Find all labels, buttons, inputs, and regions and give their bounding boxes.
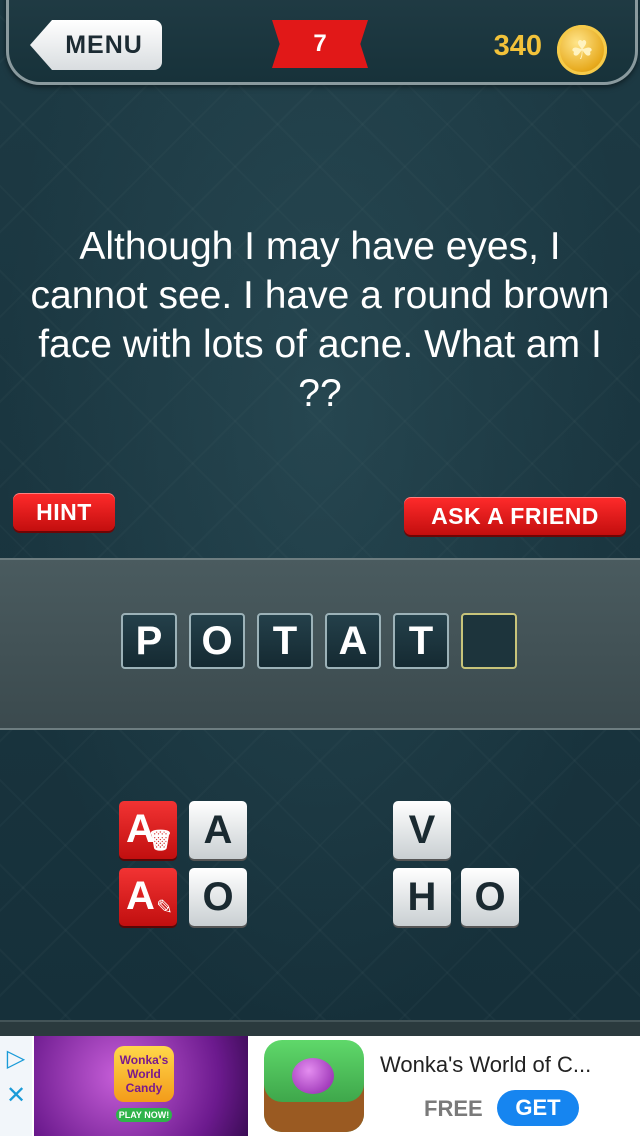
answer-slot-empty[interactable] [461, 613, 517, 669]
answer-slot[interactable]: T [393, 613, 449, 669]
answer-area [0, 558, 640, 730]
app-icon[interactable] [264, 1040, 364, 1132]
letter-tile[interactable]: H [393, 868, 451, 926]
letter-tile[interactable]: A [189, 801, 247, 859]
trash-icon: 🗑 [147, 830, 173, 852]
menu-button[interactable]: MENU [30, 20, 162, 70]
letter-tile[interactable]: O [461, 868, 519, 926]
play-triangle-icon: ▷ [6, 1045, 26, 1072]
reveal-letter-button[interactable]: A ✎ [119, 868, 177, 926]
gem-icon [292, 1058, 334, 1094]
answer-slot[interactable]: P [121, 613, 177, 669]
answer-slot[interactable]: A [325, 613, 381, 669]
letter-tile[interactable]: O [189, 868, 247, 926]
letter-tile[interactable]: V [393, 801, 451, 859]
riddle-question: Although I may have eyes, I cannot see. … [30, 225, 610, 415]
remove-letters-button[interactable]: A 🗑 [119, 801, 177, 859]
ad-image[interactable]: Wonka's World Candy PLAY NOW! [34, 1036, 248, 1136]
ask-friend-button[interactable]: ASK A FRIEND [404, 497, 626, 535]
ad-play-now: PLAY NOW! [116, 1108, 172, 1122]
close-icon[interactable]: ✕ [0, 1081, 32, 1110]
ad-title: Wonka's World of C... [380, 1052, 592, 1077]
coin-icon[interactable]: ☘ [557, 25, 607, 75]
coin-count: 340 [493, 30, 542, 62]
level-badge: 7 [272, 20, 368, 68]
answer-slot[interactable]: O [189, 613, 245, 669]
get-button[interactable]: GET [497, 1090, 579, 1126]
pencil-icon: ✎ [156, 897, 173, 919]
ad-choices-icon[interactable]: ▷ ✕ [0, 1036, 32, 1136]
answer-slot[interactable]: T [257, 613, 313, 669]
ad-price: FREE [424, 1096, 483, 1121]
hint-button[interactable]: HINT [13, 493, 115, 531]
ad-logo: Wonka's World Candy [114, 1046, 174, 1102]
tool-letter: A [126, 874, 155, 918]
